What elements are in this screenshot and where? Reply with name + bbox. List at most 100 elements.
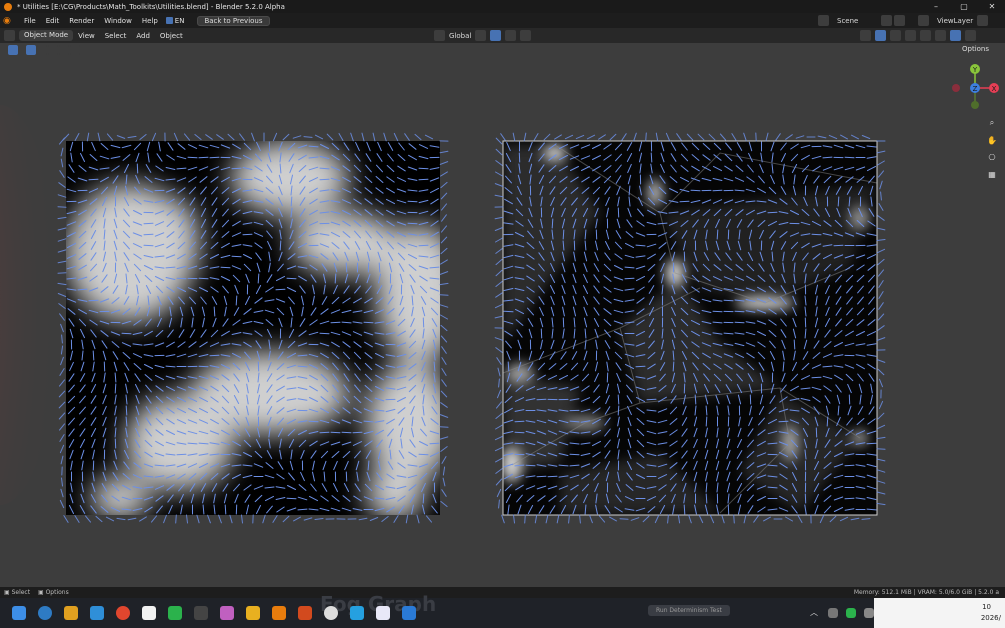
tray-chevron-icon[interactable]: ︿: [810, 607, 818, 618]
close-button[interactable]: ✕: [978, 0, 1005, 13]
flow-arrow-edge: [785, 516, 793, 522]
proportional-edit-icon[interactable]: [520, 30, 532, 41]
wechat-icon[interactable]: [168, 606, 182, 620]
tool-select-icon[interactable]: [8, 45, 18, 55]
visibility-icon[interactable]: [860, 30, 871, 41]
shading-wireframe-icon[interactable]: [920, 30, 931, 41]
zoom-icon[interactable]: ⌕: [985, 116, 999, 130]
back-to-previous-button[interactable]: Back to Previous: [197, 15, 270, 26]
navigation-gizmo[interactable]: Y X Z: [952, 64, 999, 109]
gizmo-neg-x[interactable]: [952, 84, 960, 92]
chrome-icon[interactable]: [116, 606, 130, 620]
flow-arrow-edge: [173, 132, 179, 142]
vscode-icon[interactable]: [402, 606, 416, 620]
flow-arrow-edge: [763, 516, 771, 522]
flow-arrow-edge: [765, 132, 769, 142]
lang-checkbox[interactable]: [165, 17, 173, 24]
flow-arrow-edge: [554, 134, 562, 140]
ortho-grid-icon[interactable]: ▦: [985, 167, 999, 181]
tray-wechat-icon[interactable]: [846, 608, 856, 618]
select-mode-new-icon[interactable]: [26, 45, 36, 55]
app-icon-3[interactable]: [194, 606, 208, 620]
editor-type-icon[interactable]: [4, 30, 15, 41]
camera-view-icon[interactable]: ⎔: [985, 150, 999, 164]
flow-arrow: [418, 178, 429, 181]
houdini-icon[interactable]: [298, 606, 312, 620]
run-determinism-test-button[interactable]: Run Determinism Test: [648, 605, 730, 616]
snap-target-icon[interactable]: [505, 30, 517, 41]
pivot-icon[interactable]: [475, 30, 487, 41]
menu-object[interactable]: Object: [155, 32, 188, 40]
noise-plane-left[interactable]: [65, 140, 465, 521]
shading-rendered-icon[interactable]: [965, 30, 976, 41]
flow-arrow-edge: [501, 514, 505, 524]
select-mode-invert-icon[interactable]: [59, 45, 69, 55]
blender-taskbar-icon[interactable]: [272, 606, 286, 620]
menu-view[interactable]: View: [73, 32, 100, 40]
xray-icon[interactable]: [905, 30, 916, 41]
edge-icon[interactable]: [90, 606, 104, 620]
select-mode-extend-icon[interactable]: [37, 45, 47, 55]
3d-viewport[interactable]: Y X Z Options ⌕ ✋ ⎔ ▦: [0, 43, 1005, 587]
flow-arrow-edge: [439, 436, 449, 440]
shading-material-icon[interactable]: [950, 30, 961, 41]
menu-window[interactable]: Window: [99, 17, 137, 25]
flow-arrow: [562, 229, 565, 240]
flow-arrow-edge: [545, 514, 549, 524]
tray-icon-2[interactable]: [864, 608, 874, 618]
flow-arrow-edge: [60, 323, 64, 333]
overlay-icon[interactable]: [890, 30, 901, 41]
app-icon-4[interactable]: [220, 606, 234, 620]
select-mode-subtract-icon[interactable]: [48, 45, 58, 55]
flow-arrow: [734, 321, 745, 324]
start-icon[interactable]: [12, 606, 26, 620]
flow-arrow-edge: [876, 436, 886, 440]
blender-menu-icon[interactable]: ◉: [3, 16, 15, 26]
flow-arrow-edge: [440, 390, 448, 398]
shading-solid-icon[interactable]: [935, 30, 946, 41]
search-icon[interactable]: [38, 606, 52, 620]
flow-arrow-edge: [175, 514, 177, 524]
mode-dropdown[interactable]: Object Mode: [19, 30, 74, 41]
gizmo-neg-y[interactable]: [971, 101, 979, 109]
flow-arrow-edge: [116, 517, 126, 521]
menu-edit[interactable]: Edit: [41, 17, 65, 25]
app-icon-1[interactable]: [64, 606, 78, 620]
flow-arrow: [705, 493, 708, 504]
select-mode-intersect-icon[interactable]: [70, 45, 80, 55]
options-dropdown[interactable]: Options: [962, 45, 989, 53]
new-viewlayer-icon[interactable]: [977, 15, 988, 26]
flow-arrow-edge: [619, 518, 629, 520]
clock-area[interactable]: 10 2026/: [874, 598, 1005, 628]
app-icon-2[interactable]: [142, 606, 156, 620]
menu-add[interactable]: Add: [131, 32, 155, 40]
app-icon-5[interactable]: [246, 606, 260, 620]
pan-hand-icon[interactable]: ✋: [985, 133, 999, 147]
maximize-button[interactable]: ▢: [950, 0, 978, 13]
voronoi-plane-right[interactable]: [502, 141, 877, 515]
minimize-button[interactable]: –: [922, 0, 950, 13]
app-icon-6[interactable]: [350, 606, 364, 620]
menu-select[interactable]: Select: [100, 32, 132, 40]
viewlayer-selector[interactable]: ViewLayer: [918, 13, 988, 28]
pin-icon[interactable]: [881, 15, 892, 26]
flow-arrow: [213, 306, 216, 317]
viewport-canvas[interactable]: Y X Z: [0, 43, 1005, 587]
orientation-dropdown[interactable]: Global: [449, 32, 471, 40]
new-scene-icon[interactable]: [894, 15, 905, 26]
menu-render[interactable]: Render: [64, 17, 99, 25]
gizmo-toggle-icon[interactable]: [875, 30, 886, 41]
flow-arrow: [198, 277, 209, 280]
flow-arrow-edge: [677, 514, 681, 524]
flow-arrow-edge: [495, 413, 503, 419]
scene-selector[interactable]: Scene: [818, 13, 905, 28]
tray-icon-1[interactable]: [828, 608, 838, 618]
menu-file[interactable]: File: [19, 17, 41, 25]
menu-help[interactable]: Help: [137, 17, 163, 25]
scene-name[interactable]: Scene: [837, 17, 881, 25]
snap-icon[interactable]: [490, 30, 502, 41]
scene-icon: [818, 15, 829, 26]
unreal-icon[interactable]: [324, 606, 338, 620]
viewlayer-name[interactable]: ViewLayer: [937, 17, 977, 25]
app-icon-7[interactable]: [376, 606, 390, 620]
